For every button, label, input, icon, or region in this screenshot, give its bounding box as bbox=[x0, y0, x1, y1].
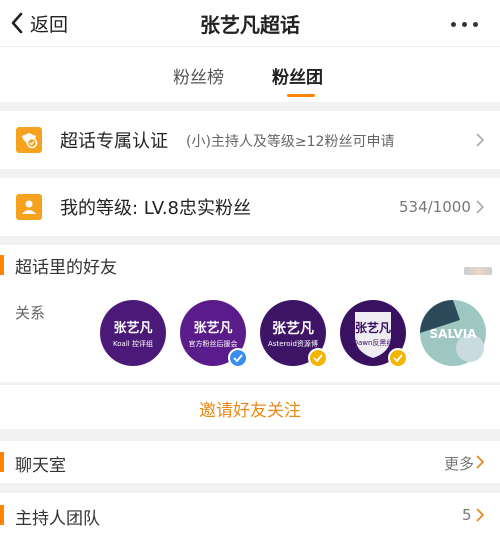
friend-avatar[interactable]: 张艺凡 Asteroid资源博 bbox=[260, 300, 328, 368]
chatroom-row[interactable]: 聊天室 更多 bbox=[0, 441, 500, 483]
avatar-name: 张艺凡 bbox=[272, 320, 314, 337]
host-team-row[interactable]: 主持人团队 5 bbox=[0, 493, 500, 545]
tab-bar: 粉丝榜 粉丝团 bbox=[0, 46, 500, 102]
verification-description: (小)主持人及等级≥12粉丝可申请 bbox=[186, 134, 395, 150]
nav-header: 返回 张艺凡超话 bbox=[0, 0, 500, 46]
friends-section-header: 超话里的好友 bbox=[0, 245, 500, 285]
friends-panel: 关系 张艺凡 Koall 控评组 张艺凡 官方粉丝后援会 张艺凡 Asteroi… bbox=[0, 282, 500, 382]
section-accent-bar bbox=[0, 255, 4, 275]
friend-avatar[interactable]: 张艺凡 官方粉丝后援会 bbox=[180, 300, 248, 368]
verified-yellow-icon bbox=[388, 348, 408, 368]
tab-fan-group[interactable]: 粉丝团 bbox=[272, 63, 323, 88]
host-team-title: 主持人团队 bbox=[15, 509, 100, 529]
friend-avatar[interactable]: SALVIA bbox=[420, 300, 486, 366]
relation-label: 关系 bbox=[15, 304, 46, 322]
chevron-right-icon bbox=[476, 508, 484, 522]
level-row[interactable]: 我的等级: LV.8忠实粉丝 534/1000 bbox=[0, 178, 500, 236]
chatroom-title: 聊天室 bbox=[15, 456, 66, 476]
page-title: 张艺凡超话 bbox=[200, 13, 300, 37]
verification-row[interactable]: 超话专属认证 (小)主持人及等级≥12粉丝可申请 bbox=[0, 111, 500, 169]
avatar-name: 张艺凡 bbox=[113, 320, 152, 336]
avatar-name: 张艺凡 bbox=[355, 320, 391, 335]
level-title: 我的等级: LV.8忠实粉丝 bbox=[60, 198, 252, 219]
active-tab-indicator bbox=[287, 94, 315, 97]
blurred-indicator bbox=[464, 267, 492, 275]
chevron-right-icon bbox=[476, 200, 484, 214]
user-level-icon bbox=[16, 194, 42, 220]
avatar-subtitle: Dawn反黑组 bbox=[353, 338, 394, 347]
chevron-right-icon bbox=[476, 133, 484, 147]
section-accent-bar bbox=[0, 452, 4, 472]
avatar-name: SALVIA bbox=[430, 327, 478, 341]
verification-title: 超话专属认证 bbox=[60, 131, 168, 152]
more-options-icon[interactable] bbox=[451, 22, 478, 27]
avatar-name: 张艺凡 bbox=[193, 320, 232, 336]
avatar-subtitle: 官方粉丝后援会 bbox=[189, 339, 238, 348]
level-progress: 534/1000 bbox=[399, 198, 471, 216]
chatroom-more-label[interactable]: 更多 bbox=[444, 453, 474, 474]
chevron-right-icon bbox=[476, 455, 484, 469]
avatar-subtitle: Koall 控评组 bbox=[113, 339, 153, 348]
friend-avatar[interactable]: 张艺凡 Koall 控评组 bbox=[100, 300, 166, 366]
verified-badge-icon bbox=[16, 127, 42, 153]
avatar-subtitle: Asteroid资源博 bbox=[268, 339, 318, 348]
tab-fan-ranking[interactable]: 粉丝榜 bbox=[173, 63, 224, 88]
friend-avatar[interactable]: 张艺凡 Dawn反黑组 bbox=[340, 300, 408, 368]
invite-bar: 邀请好友关注 bbox=[0, 384, 500, 429]
section-accent-bar bbox=[0, 505, 4, 525]
verified-blue-icon bbox=[228, 348, 248, 368]
invite-friends-button[interactable]: 邀请好友关注 bbox=[199, 396, 301, 421]
verified-yellow-icon bbox=[308, 348, 328, 368]
host-team-count: 5 bbox=[462, 506, 472, 524]
friends-section-title: 超话里的好友 bbox=[15, 258, 117, 278]
